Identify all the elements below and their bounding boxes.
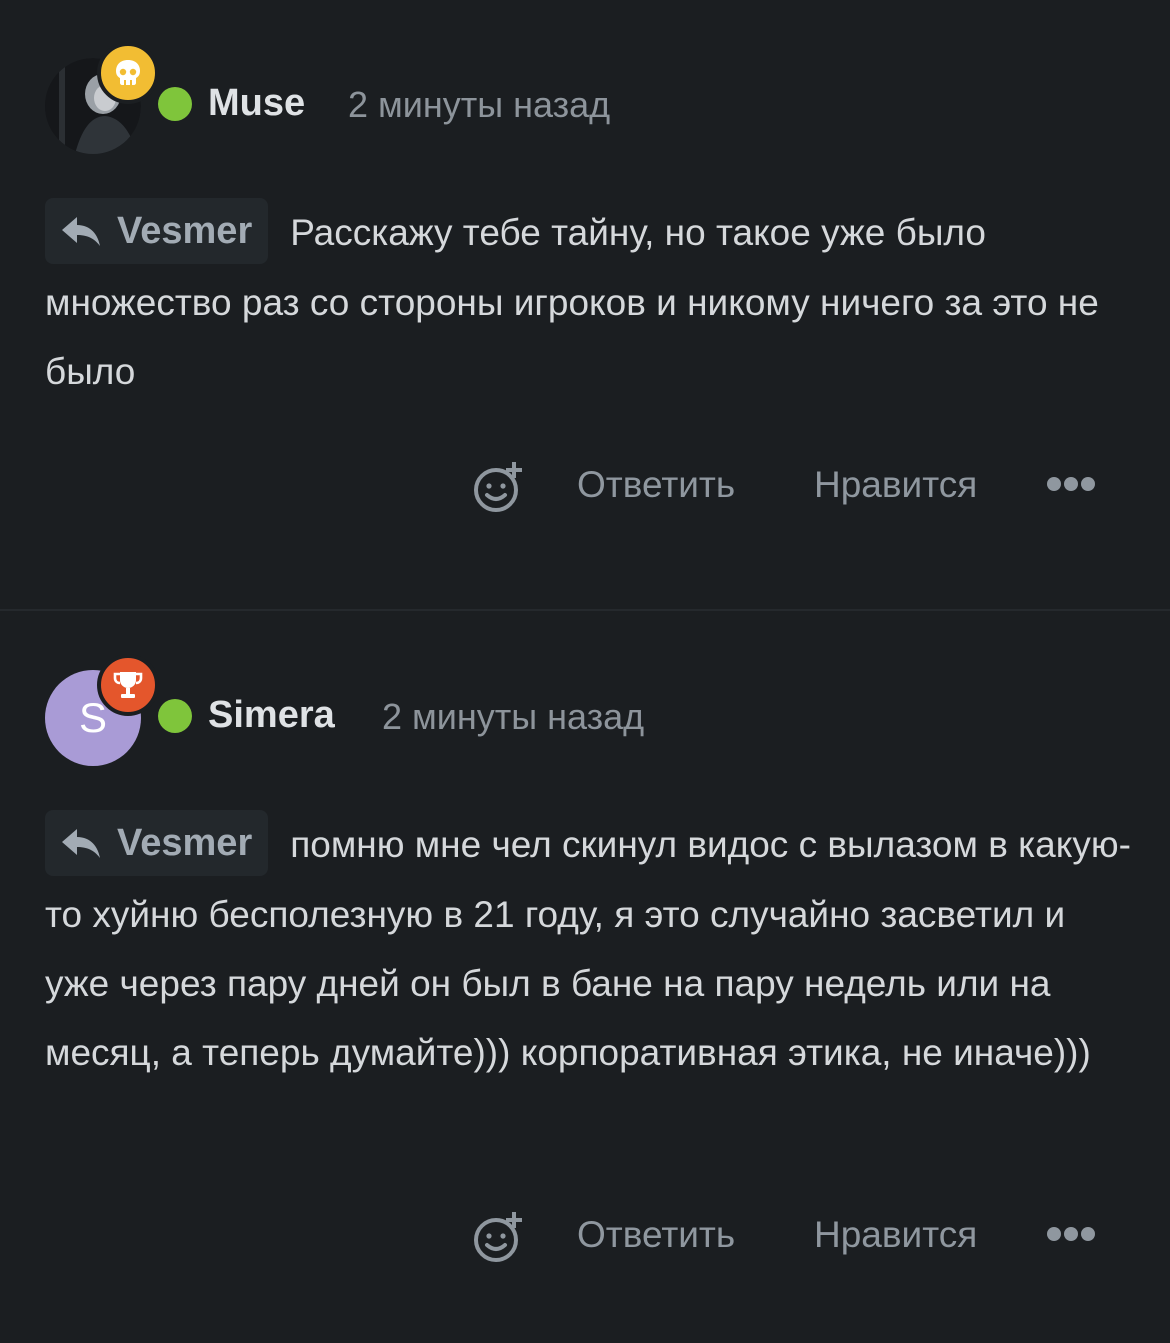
comment-time[interactable]: 2 минуты назад [382,696,644,738]
reply-to-chip[interactable]: Vesmer [45,810,269,877]
reply-arrow-icon [62,217,100,247]
avatar-wrap[interactable]: S [45,654,159,766]
reply-to-name: Vesmer [117,821,253,864]
comment-actions: Ответить Нравится [0,1208,1170,1268]
reply-arrow-icon [62,829,100,859]
author-name[interactable]: Muse [208,82,305,125]
trophy-icon [113,672,143,698]
online-status-dot [158,699,192,733]
add-reaction-icon[interactable] [470,1210,526,1266]
comment-item: S Simera 2 минуты назад Vesmer помню мне… [0,612,1170,1343]
comment-divider [0,609,1170,611]
comment-body: Vesmer Расскажу тебе тайну, но такое уже… [45,198,1135,406]
comment-body: Vesmer помню мне чел скинул видос с выла… [45,810,1135,1087]
online-status-dot [158,87,192,121]
reply-button[interactable]: Ответить [577,1214,735,1256]
skull-icon [116,60,140,85]
author-name[interactable]: Simera [208,694,335,737]
reply-to-name: Vesmer [117,209,253,252]
comment-item: Muse 2 минуты назад Vesmer Расскажу тебе… [0,0,1170,610]
avatar-wrap[interactable] [45,42,159,154]
comment-time[interactable]: 2 минуты назад [348,84,610,126]
more-options-icon[interactable] [1046,474,1096,494]
add-reaction-icon[interactable] [470,460,526,516]
more-options-icon[interactable] [1046,1224,1096,1244]
comment-actions: Ответить Нравится [0,458,1170,518]
like-button[interactable]: Нравится [814,1214,977,1256]
reply-button[interactable]: Ответить [577,464,735,506]
badge-skull [97,42,159,104]
badge-trophy [97,654,159,716]
like-button[interactable]: Нравится [814,464,977,506]
reply-to-chip[interactable]: Vesmer [45,198,269,265]
